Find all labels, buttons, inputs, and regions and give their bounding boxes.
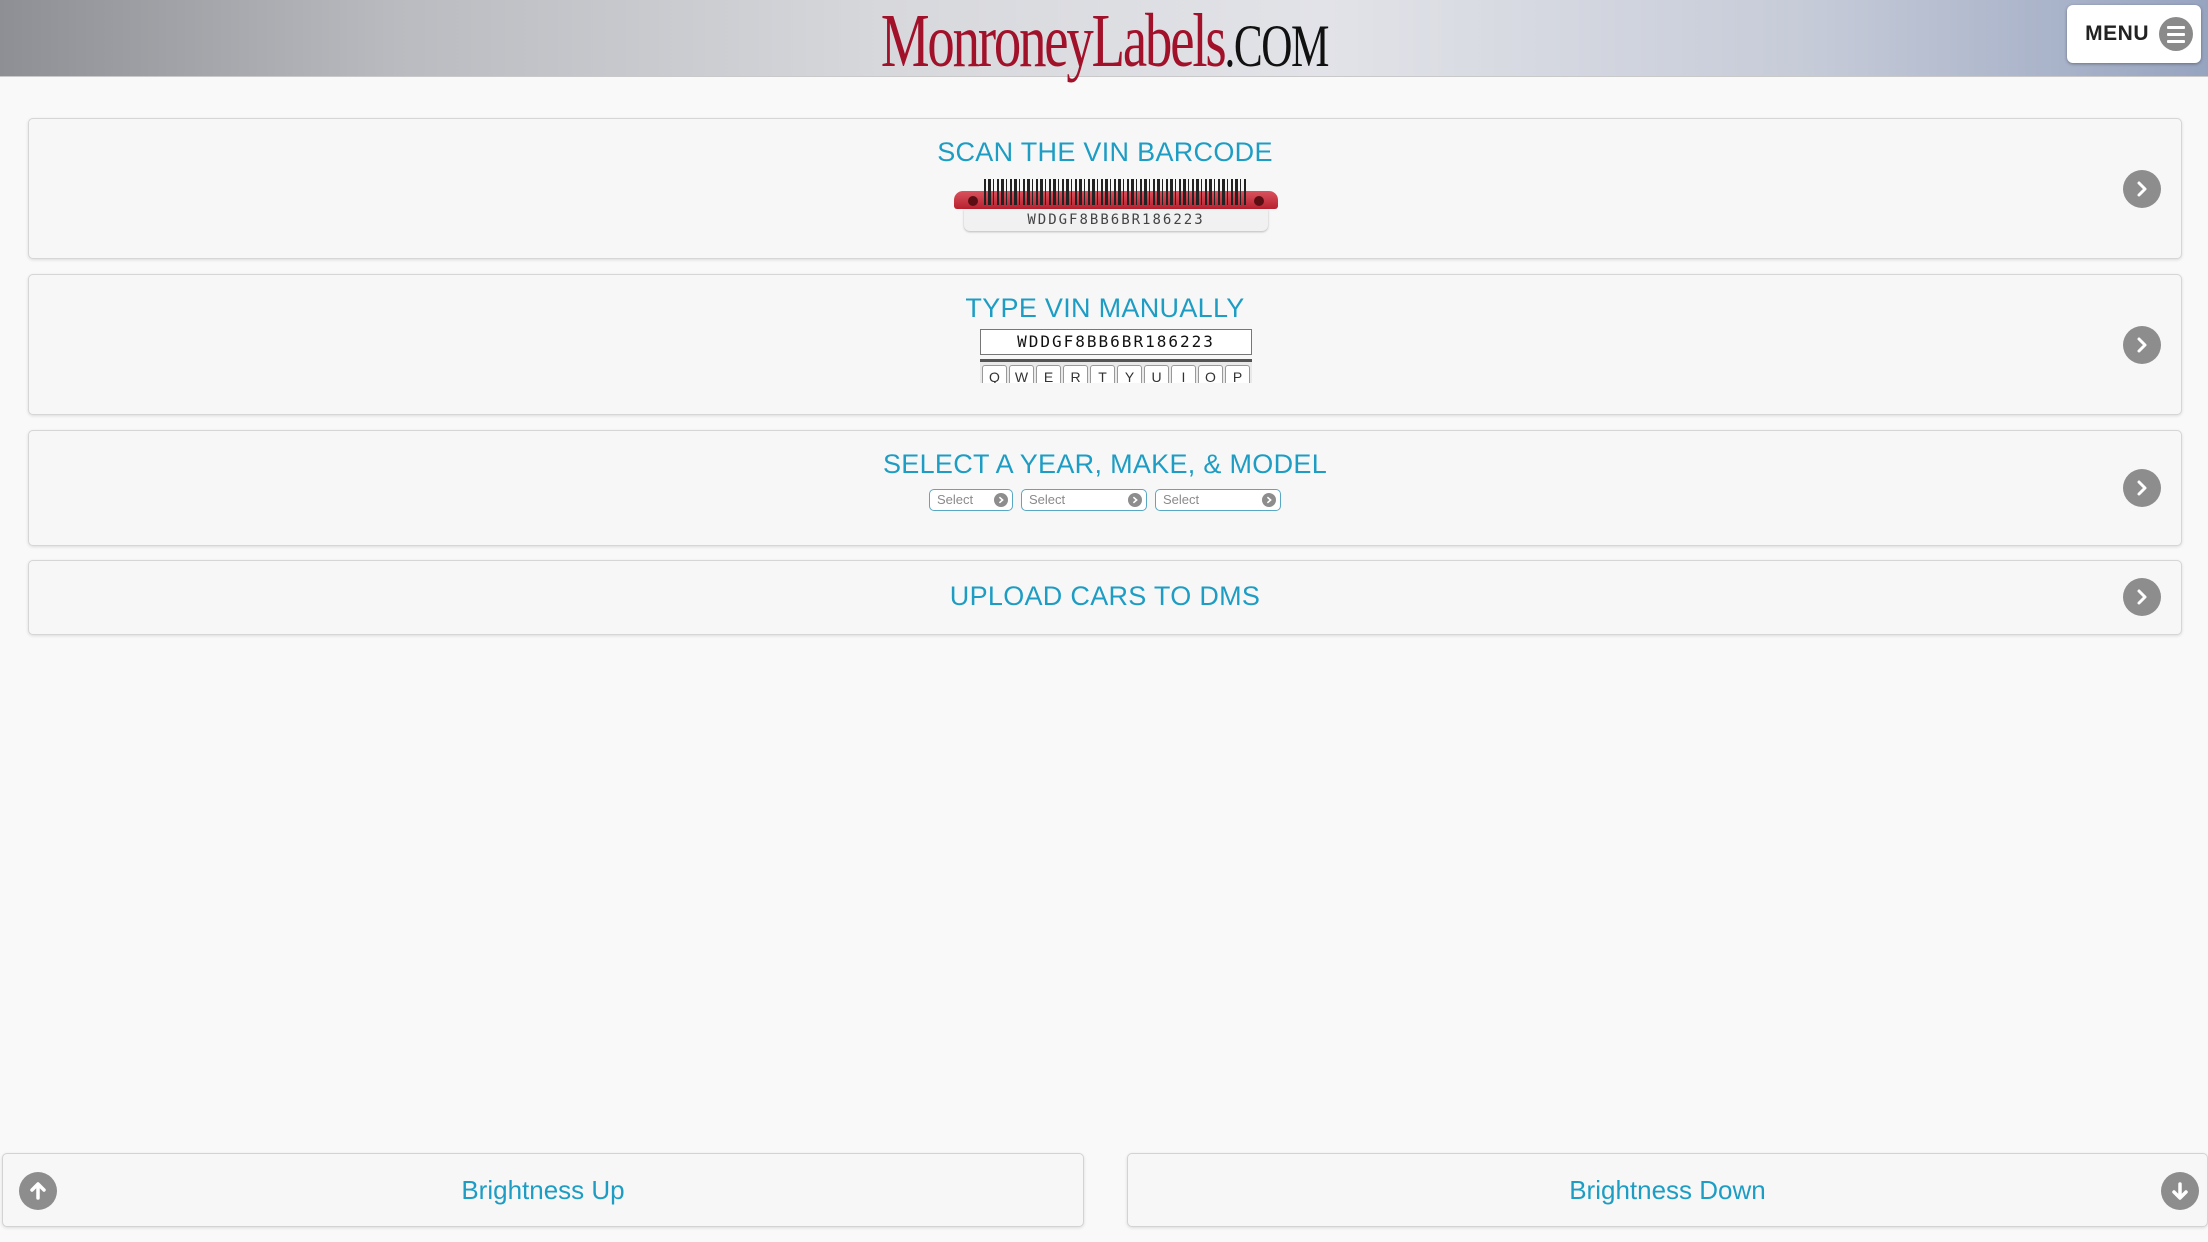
chevron-right-icon: [2123, 326, 2161, 364]
chevron-right-icon: [2123, 469, 2161, 507]
keyboard-key: Q: [982, 365, 1007, 383]
chevron-right-icon: [1262, 493, 1276, 507]
chevron-right-icon: [1128, 493, 1142, 507]
select-year-make-model-option[interactable]: SELECT A YEAR, MAKE, & MODEL Select Sele…: [28, 430, 2182, 546]
keyboard-illustration: WDDGF8BB6BR186223 Q W E R T Y U I O P: [980, 329, 1252, 383]
scanner-dot-left: [968, 196, 978, 206]
logo-main-text: MonroneyLabels: [880, 0, 1226, 83]
scanner-dot-right: [1254, 196, 1264, 206]
keyboard-row: Q W E R T Y U I O P: [980, 359, 1252, 383]
year-select-illustration: Select: [929, 489, 1013, 511]
chevron-right-icon: [994, 493, 1008, 507]
keyboard-key: O: [1198, 365, 1223, 383]
keyboard-key: R: [1063, 365, 1088, 383]
site-logo: MonroneyLabels.COM: [0, 0, 2208, 86]
barcode-bars: [984, 179, 1248, 205]
keyboard-key: Y: [1117, 365, 1142, 383]
hamburger-icon: [2159, 17, 2193, 51]
select-label: Select: [1029, 492, 1066, 507]
barcode-vin-text: WDDGF8BB6BR186223: [964, 209, 1268, 231]
brightness-up-label: Brightness Up: [461, 1174, 625, 1205]
arrow-down-icon: [2161, 1172, 2199, 1210]
menu-label: MENU: [2085, 22, 2149, 45]
option-title: UPLOAD CARS TO DMS: [949, 581, 1261, 611]
select-label: Select: [937, 492, 974, 507]
keyboard-key: I: [1171, 365, 1196, 383]
option-title: TYPE VIN MANUALLY: [965, 293, 1245, 323]
vin-input-illustration: WDDGF8BB6BR186223: [980, 329, 1252, 355]
make-select-illustration: Select: [1021, 489, 1147, 511]
select-label: Select: [1163, 492, 1200, 507]
keyboard-key: T: [1090, 365, 1115, 383]
option-title: SELECT A YEAR, MAKE, & MODEL: [882, 449, 1328, 479]
option-title: SCAN THE VIN BARCODE: [937, 137, 1273, 167]
keyboard-key: P: [1225, 365, 1250, 383]
brightness-down-button[interactable]: Brightness Down: [1127, 1153, 2208, 1227]
keyboard-key: E: [1036, 365, 1061, 383]
keyboard-key: W: [1009, 365, 1034, 383]
logo-suffix-text: .COM: [1224, 13, 1329, 79]
chevron-right-icon: [2123, 578, 2161, 616]
select-illustration: Select Select Select: [29, 489, 2181, 511]
keyboard-key: U: [1144, 365, 1169, 383]
type-vin-manually-option[interactable]: TYPE VIN MANUALLY WDDGF8BB6BR186223 Q W …: [28, 274, 2182, 415]
brightness-up-button[interactable]: Brightness Up: [2, 1153, 1084, 1227]
brightness-down-label: Brightness Down: [1569, 1174, 1766, 1205]
header-bar: MonroneyLabels.COM MENU: [0, 0, 2208, 82]
model-select-illustration: Select: [1155, 489, 1281, 511]
upload-cars-to-dms-option[interactable]: UPLOAD CARS TO DMS: [28, 560, 2182, 635]
barcode-illustration: WDDGF8BB6BR186223: [954, 179, 1278, 231]
scan-vin-barcode-option[interactable]: SCAN THE VIN BARCODE WDDGF8BB6BR186223: [28, 118, 2182, 259]
chevron-right-icon: [2123, 170, 2161, 208]
menu-button[interactable]: MENU: [2067, 5, 2201, 63]
app-root: MonroneyLabels.COM MENU SCAN THE VIN BAR…: [0, 0, 2208, 1242]
